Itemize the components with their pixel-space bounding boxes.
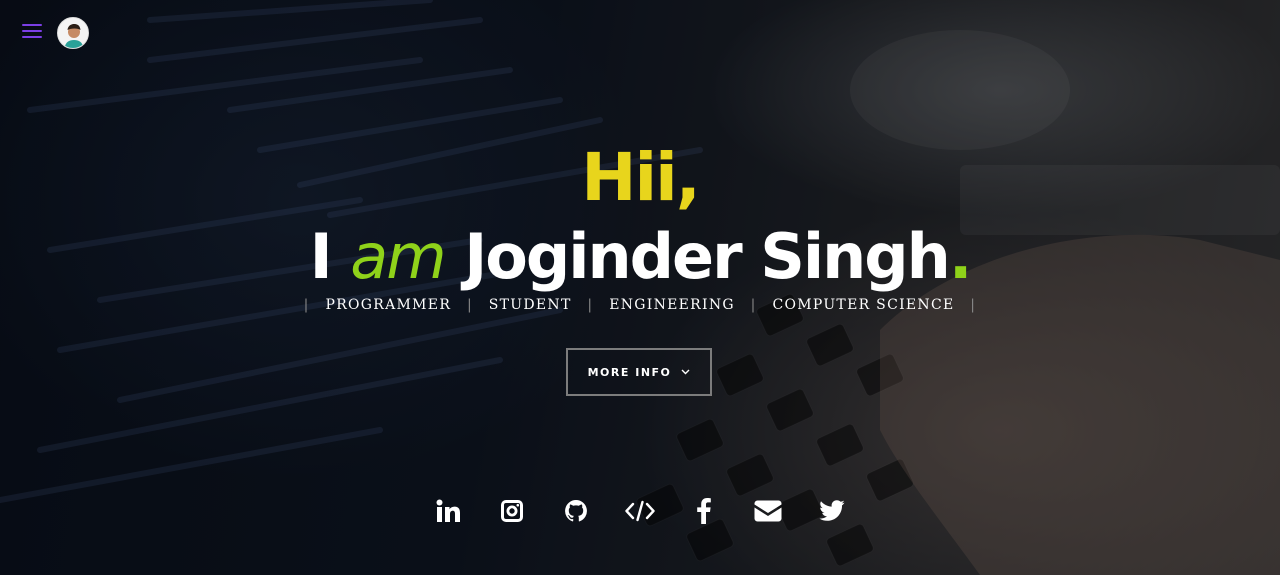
tag-computer-science: COMPUTER SCIENCE bbox=[772, 297, 955, 313]
facebook-icon[interactable] bbox=[672, 494, 736, 528]
tag-programmer: PROGRAMMER bbox=[325, 297, 452, 313]
tag-separator: | bbox=[466, 297, 473, 313]
tag-student: STUDENT bbox=[488, 297, 572, 313]
name-am: am bbox=[350, 220, 446, 293]
tag-separator: | bbox=[750, 297, 757, 313]
tag-engineering: ENGINEERING bbox=[609, 297, 735, 313]
name-prefix: I bbox=[309, 220, 351, 293]
linkedin-icon[interactable] bbox=[416, 494, 480, 528]
more-info-button[interactable]: MORE INFO bbox=[566, 348, 712, 396]
code-icon[interactable] bbox=[608, 494, 672, 528]
chevron-down-icon bbox=[681, 367, 690, 378]
tag-separator: | bbox=[970, 297, 977, 313]
github-icon[interactable] bbox=[544, 494, 608, 528]
hamburger-menu-icon[interactable] bbox=[22, 24, 42, 40]
avatar[interactable] bbox=[57, 17, 89, 49]
tag-separator: | bbox=[587, 297, 594, 313]
envelope-icon[interactable] bbox=[736, 494, 800, 528]
tagline: | PROGRAMMER | STUDENT | ENGINEERING | C… bbox=[0, 297, 1280, 313]
instagram-icon[interactable] bbox=[480, 494, 544, 528]
name-heading: I am Joginder Singh. bbox=[0, 217, 1280, 297]
twitter-icon[interactable] bbox=[800, 494, 864, 528]
more-info-label: MORE INFO bbox=[587, 365, 672, 379]
tag-separator: | bbox=[303, 297, 310, 313]
name-text: Joginder Singh bbox=[444, 220, 951, 293]
social-links bbox=[0, 494, 1280, 528]
greeting-heading: Hii, bbox=[581, 139, 701, 216]
name-dot: . bbox=[948, 220, 973, 293]
